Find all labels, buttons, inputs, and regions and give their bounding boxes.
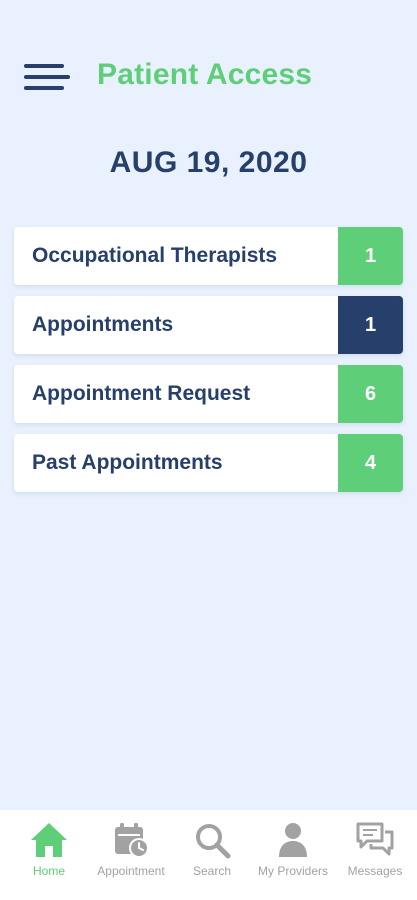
calendar-clock-icon xyxy=(115,823,149,858)
tab-label: Appointment xyxy=(97,864,165,878)
home-icon xyxy=(31,823,67,857)
tab-messages[interactable]: Messages xyxy=(333,820,417,896)
tab-appointment[interactable]: Appointment xyxy=(89,820,173,896)
list-item-label: Occupational Therapists xyxy=(32,244,278,267)
tab-label: My Providers xyxy=(257,864,328,878)
list-item-appointment-request[interactable]: Appointment Request 6 xyxy=(14,365,403,423)
bottom-tab-bar: Home Appointment Search My Providers Mes… xyxy=(0,810,417,900)
list-item-appointments[interactable]: Appointments 1 xyxy=(14,296,403,354)
list-item-label: Appointment Request xyxy=(32,382,251,405)
list-item-label: Appointments xyxy=(32,313,174,336)
count-badge: 6 xyxy=(338,365,403,423)
count-badge: 1 xyxy=(338,227,403,285)
hamburger-menu-icon[interactable] xyxy=(24,62,70,92)
tab-my-providers[interactable]: My Providers xyxy=(251,820,335,896)
app-title: Patient Access xyxy=(97,58,313,91)
person-icon xyxy=(279,823,307,857)
search-icon xyxy=(196,824,231,859)
tab-label: Messages xyxy=(347,864,403,878)
list-item-occupational-therapists[interactable]: Occupational Therapists 1 xyxy=(14,227,403,285)
tab-label: Home xyxy=(32,864,65,878)
tab-search[interactable]: Search xyxy=(170,820,254,896)
current-date: AUG 19, 2020 xyxy=(109,146,308,179)
tab-label: Search xyxy=(192,864,232,878)
count-badge: 1 xyxy=(338,296,403,354)
count-badge: 4 xyxy=(338,434,403,492)
tab-home[interactable]: Home xyxy=(7,820,91,896)
list-item-past-appointments[interactable]: Past Appointments 4 xyxy=(14,434,403,492)
list-item-label: Past Appointments xyxy=(32,451,223,474)
summary-list: Occupational Therapists 1 Appointments 1… xyxy=(14,227,403,503)
app-header: Patient Access xyxy=(0,0,417,130)
chat-bubbles-icon xyxy=(356,822,394,856)
